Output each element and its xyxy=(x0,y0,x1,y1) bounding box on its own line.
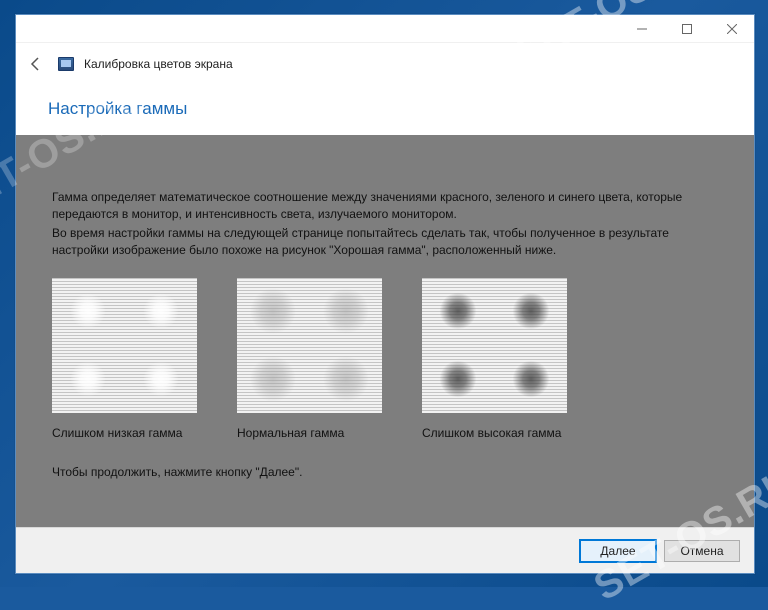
calibration-wizard-window: Калибровка цветов экрана Настройка гаммы… xyxy=(15,14,755,574)
gamma-low-caption: Слишком низкая гамма xyxy=(52,425,197,442)
minimize-button[interactable] xyxy=(619,15,664,42)
description-paragraph-2: Во время настройки гаммы на следующей ст… xyxy=(52,225,692,260)
description-paragraph-1: Гамма определяет математическое соотноше… xyxy=(52,189,692,224)
back-button[interactable] xyxy=(24,52,48,76)
close-button[interactable] xyxy=(709,15,754,42)
gamma-normal-caption: Нормальная гамма xyxy=(237,425,382,442)
monitor-icon xyxy=(58,57,74,71)
maximize-button[interactable] xyxy=(664,15,709,42)
description: Гамма определяет математическое соотноше… xyxy=(52,189,692,260)
gamma-sample-normal: Нормальная гамма xyxy=(237,278,382,442)
heading-row: Настройка гаммы xyxy=(16,85,754,135)
gamma-high-image xyxy=(422,278,567,413)
cancel-button[interactable]: Отмена xyxy=(664,540,740,562)
gamma-high-caption: Слишком высокая гамма xyxy=(422,425,567,442)
gamma-samples: Слишком низкая гамма Нормальная гамма Сл… xyxy=(52,278,718,442)
footer: Далее Отмена xyxy=(16,527,754,573)
next-button[interactable]: Далее xyxy=(580,540,656,562)
continue-hint: Чтобы продолжить, нажмите кнопку "Далее"… xyxy=(52,464,718,481)
gamma-sample-high: Слишком высокая гамма xyxy=(422,278,567,442)
page-heading: Настройка гаммы xyxy=(48,99,722,119)
titlebar xyxy=(16,15,754,43)
gamma-normal-image xyxy=(237,278,382,413)
content-area: Гамма определяет математическое соотноше… xyxy=(16,135,754,527)
gamma-sample-low: Слишком низкая гамма xyxy=(52,278,197,442)
header-row: Калибровка цветов экрана xyxy=(16,43,754,85)
app-title: Калибровка цветов экрана xyxy=(84,57,233,71)
gamma-low-image xyxy=(52,278,197,413)
